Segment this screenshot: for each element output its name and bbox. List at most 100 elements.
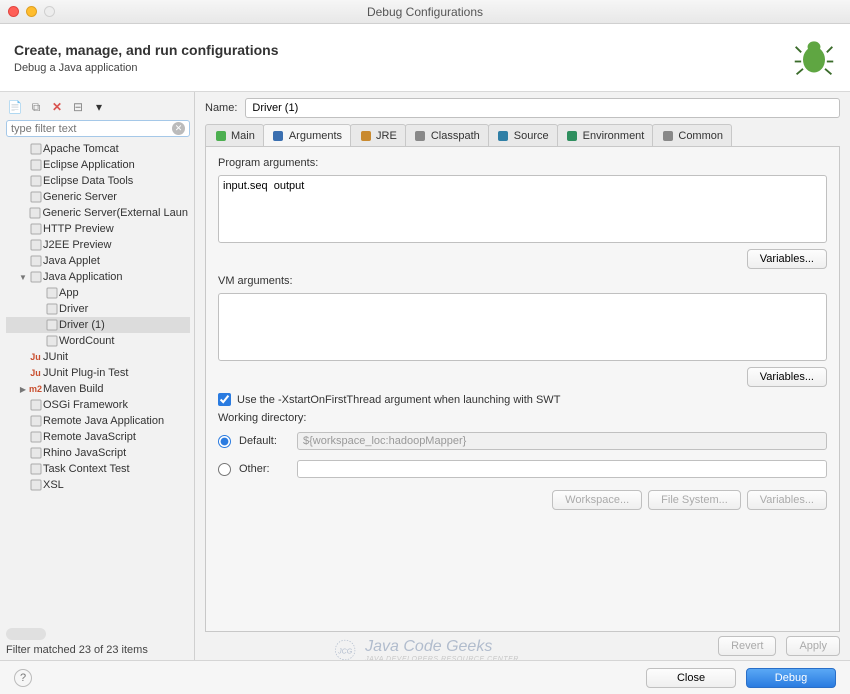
new-config-button[interactable]: 📄 <box>6 98 24 116</box>
bottom-bar: ? Close Debug <box>0 660 850 694</box>
tree-item-label: Generic Server <box>43 191 117 203</box>
tab-classpath[interactable]: Classpath <box>405 124 489 146</box>
name-label: Name: <box>205 102 237 114</box>
tree-item[interactable]: JuJUnit Plug-in Test <box>6 365 190 381</box>
tab-label: Common <box>678 130 723 142</box>
tree-item[interactable]: Generic Server <box>6 189 190 205</box>
tree-item[interactable]: WordCount <box>6 333 190 349</box>
duplicate-config-button[interactable]: ⧉ <box>27 98 45 116</box>
tree-item-label: Remote Java Application <box>43 415 164 427</box>
config-type-icon <box>28 254 43 268</box>
tree-item[interactable]: JuJUnit <box>6 349 190 365</box>
config-type-icon <box>44 318 59 332</box>
tree-item[interactable]: HTTP Preview <box>6 221 190 237</box>
tree-item[interactable]: Eclipse Application <box>6 157 190 173</box>
header-title: Create, manage, and run configurations <box>14 42 279 58</box>
config-type-icon <box>28 414 43 428</box>
tab-jre-icon <box>359 129 372 142</box>
tree-item[interactable]: Java Applet <box>6 253 190 269</box>
tree-item[interactable]: Remote JavaScript <box>6 429 190 445</box>
tab-common[interactable]: Common <box>652 124 732 146</box>
tree-item[interactable]: ▼ Java Application <box>6 269 190 285</box>
tree-item-label: WordCount <box>59 335 114 347</box>
tree-item-label: OSGi Framework <box>43 399 128 411</box>
collapse-button[interactable]: ⊟ <box>69 98 87 116</box>
minimize-window-icon[interactable] <box>26 6 37 17</box>
program-args-textarea[interactable]: input.seq output <box>218 175 827 243</box>
tree-item-label: Task Context Test <box>43 463 130 475</box>
filter-input[interactable] <box>11 123 172 135</box>
tab-arguments[interactable]: Arguments <box>263 124 351 146</box>
tab-jre[interactable]: JRE <box>350 124 406 146</box>
disclosure-icon[interactable]: ▶ <box>18 385 28 394</box>
horizontal-scrollbar[interactable] <box>6 628 46 640</box>
tree-item[interactable]: App <box>6 285 190 301</box>
vm-args-textarea[interactable] <box>218 293 827 361</box>
tree-item[interactable]: Remote Java Application <box>6 413 190 429</box>
tree-item[interactable]: ▶m2Maven Build <box>6 381 190 397</box>
help-icon[interactable]: ? <box>14 669 32 687</box>
tree-item[interactable]: J2EE Preview <box>6 237 190 253</box>
tree-item[interactable]: Driver <box>6 301 190 317</box>
tree-item-label: Eclipse Application <box>43 159 135 171</box>
program-variables-button[interactable]: Variables... <box>747 249 827 269</box>
tree-item-label: Eclipse Data Tools <box>43 175 133 187</box>
tree-item-label: Remote JavaScript <box>43 431 136 443</box>
config-type-icon: Ju <box>28 350 43 364</box>
revert-button[interactable]: Revert <box>718 636 776 656</box>
config-type-icon <box>44 302 59 316</box>
tab-label: JRE <box>376 130 397 142</box>
tab-source[interactable]: Source <box>488 124 558 146</box>
config-type-icon <box>28 270 43 284</box>
filter-menu-button[interactable]: ▾ <box>90 98 108 116</box>
tree-item-label: Driver <box>59 303 88 315</box>
swt-checkbox[interactable] <box>218 393 231 406</box>
tab-label: Source <box>514 130 549 142</box>
tree-item-label: J2EE Preview <box>43 239 111 251</box>
close-button[interactable]: Close <box>646 668 736 688</box>
config-type-icon <box>28 446 43 460</box>
other-dir-field[interactable] <box>297 460 827 478</box>
config-toolbar: 📄 ⧉ ✕ ⊟ ▾ <box>6 98 190 116</box>
window-title: Debug Configurations <box>0 5 850 19</box>
tree-item[interactable]: Driver (1) <box>6 317 190 333</box>
other-radio[interactable] <box>218 463 231 476</box>
tree-item[interactable]: XSL <box>6 477 190 493</box>
tab-environment[interactable]: Environment <box>557 124 654 146</box>
tree-item[interactable]: Rhino JavaScript <box>6 445 190 461</box>
tree-item[interactable]: OSGi Framework <box>6 397 190 413</box>
config-type-icon <box>28 158 43 172</box>
tree-item-label: Java Application <box>43 271 123 283</box>
clear-filter-icon[interactable]: ✕ <box>172 122 185 135</box>
right-panel: Name: MainArguments JRE Classpath Source Env… <box>195 92 850 662</box>
config-type-icon <box>28 462 43 476</box>
close-window-icon[interactable] <box>8 6 19 17</box>
workspace-button[interactable]: Workspace... <box>552 490 642 510</box>
filter-box[interactable]: ✕ <box>6 120 190 137</box>
wd-variables-button[interactable]: Variables... <box>747 490 827 510</box>
tree-item-label: Maven Build <box>43 383 104 395</box>
config-type-icon <box>28 174 43 188</box>
config-tree[interactable]: Apache Tomcat Eclipse Application Eclipse … <box>6 141 190 624</box>
disclosure-icon[interactable]: ▼ <box>18 273 28 282</box>
config-type-icon <box>28 398 43 412</box>
tree-item-label: Apache Tomcat <box>43 143 119 155</box>
debug-button[interactable]: Debug <box>746 668 836 688</box>
config-type-icon <box>28 430 43 444</box>
name-input[interactable] <box>245 98 840 118</box>
default-radio[interactable] <box>218 435 231 448</box>
tree-item-label: Rhino JavaScript <box>43 447 126 459</box>
tree-item[interactable]: Apache Tomcat <box>6 141 190 157</box>
tab-main[interactable]: Main <box>205 124 264 146</box>
arguments-tab-body: Program arguments: input.seq output Vari… <box>205 147 840 632</box>
tree-item[interactable]: Eclipse Data Tools <box>6 173 190 189</box>
delete-config-button[interactable]: ✕ <box>48 98 66 116</box>
vm-variables-button[interactable]: Variables... <box>747 367 827 387</box>
filesystem-button[interactable]: File System... <box>648 490 741 510</box>
apply-button[interactable]: Apply <box>786 636 840 656</box>
vm-args-label: VM arguments: <box>218 275 827 287</box>
tab-label: Environment <box>583 130 645 142</box>
tree-item[interactable]: Generic Server(External Laun <box>6 205 190 221</box>
config-type-icon: Ju <box>28 366 43 380</box>
tree-item[interactable]: Task Context Test <box>6 461 190 477</box>
